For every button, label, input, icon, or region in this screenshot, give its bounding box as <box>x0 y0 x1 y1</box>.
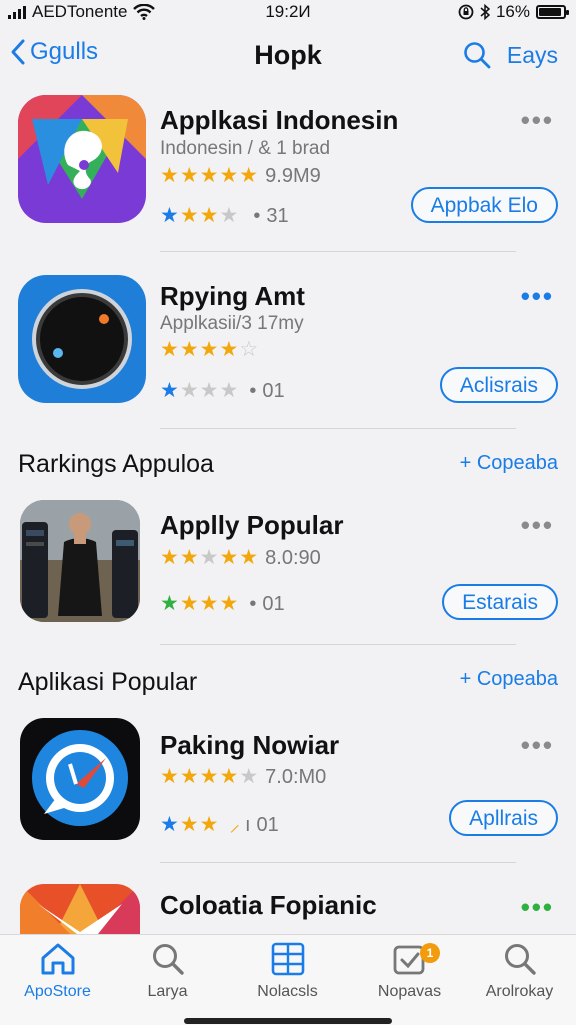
app-name-4: Paking Nowiar <box>160 730 340 760</box>
status-bar: AEDTonente 19:2И 16% <box>0 0 576 24</box>
app-photo-3 <box>20 500 140 622</box>
search-icon <box>152 944 184 975</box>
rating-stars-1: ★★★★★ 9.9M9 <box>160 164 321 187</box>
orientation-lock-icon <box>458 4 474 20</box>
app-action-button-1[interactable]: Appbak Elo <box>410 187 558 223</box>
app-icon-5 <box>20 884 140 934</box>
app-row-2[interactable]: Rpying Amt ••• Applkasii/3 17my ★★★★☆ ★★… <box>0 275 576 429</box>
battery-percent: 16% <box>495 2 530 21</box>
sub-rating-2: ★★★★ • 01 <box>160 379 285 402</box>
rating-stars-4: ★★★★★ 7.0:M0 <box>160 765 327 788</box>
app-action-button-2[interactable]: Aclisrais <box>439 367 558 403</box>
section-title-rankings: Rarkings Appuloa <box>18 450 214 478</box>
divider <box>160 862 516 863</box>
app-row-1[interactable]: Applkasi Indonesin ••• Indonesin / & 1 b… <box>0 95 576 255</box>
app-subtitle-2: Applkasii/3 17my <box>160 313 304 334</box>
section-title-popular: Aplikasi Popular <box>18 668 198 696</box>
app-icon-1 <box>18 95 146 223</box>
rating-stars-3: ★★★★★ 8.0:90 <box>160 546 321 569</box>
app-icon-2 <box>18 275 146 403</box>
more-icon[interactable]: ••• <box>521 512 554 538</box>
bluetooth-icon <box>480 4 490 20</box>
divider <box>160 644 516 645</box>
tab-bar: ApoStore Larya Nolacsls 1 Nopavas Arolro… <box>0 934 576 1025</box>
notification-badge: 1 <box>420 943 440 963</box>
tab-label: Nolacsls <box>257 983 318 1000</box>
status-right: 16% <box>458 2 569 22</box>
app-icon-3 <box>20 500 140 622</box>
app-name-2: Rpying Amt <box>160 281 305 311</box>
tab-appstore[interactable]: ApoStore <box>0 941 115 1001</box>
battery-icon <box>536 5 569 19</box>
sub-rating-value-1: 31 <box>266 205 289 227</box>
rating-value-3: 8.0:90 <box>265 547 321 569</box>
nav-right-button[interactable]: Eays <box>507 42 558 69</box>
search-icon[interactable] <box>462 40 492 70</box>
app-row-3[interactable]: Applly Popular ••• ★★★★★ 8.0:90 ★★★★ • 01 E… <box>0 500 576 648</box>
tab-label: Larya <box>147 983 188 1000</box>
rating-value-4: 7.0:M0 <box>265 766 327 788</box>
camera-icon <box>32 289 132 389</box>
more-icon[interactable]: ••• <box>521 894 554 920</box>
app-row-4[interactable]: Paking Nowiar ••• ★★★★★ 7.0:M0 ★★★ ⸝ ı 01 Ap… <box>0 718 576 866</box>
app-name-3: Applly Popular <box>160 510 344 540</box>
sub-rating-value-2: 01 <box>262 380 285 402</box>
divider <box>160 428 516 429</box>
app-action-button-3[interactable]: Estarais <box>442 584 558 620</box>
app-subtitle-1: Indonesin / & 1 brad <box>160 138 331 159</box>
search-icon <box>504 944 536 975</box>
tab-larya[interactable]: Larya <box>110 941 225 1001</box>
section-link-popular[interactable]: + Copeaba <box>460 668 558 691</box>
more-icon[interactable]: ••• <box>521 732 554 758</box>
home-icon <box>41 943 74 975</box>
more-icon[interactable]: ••• <box>521 283 554 309</box>
rating-stars-2: ★★★★☆ <box>160 338 260 361</box>
home-indicator[interactable] <box>184 1018 392 1024</box>
section-link-rankings[interactable]: + Copeaba <box>460 452 558 475</box>
grid-icon <box>271 942 304 976</box>
nav-bar: Ggulls Hopk Eays <box>0 30 576 82</box>
sub-rating-1: ★★★★ • 31 <box>160 204 289 227</box>
app-name-1: Applkasi Indonesin <box>160 105 399 135</box>
app-row-5[interactable]: Coloatia Fopianic ••• <box>0 882 576 934</box>
sub-rating-3: ★★★★ • 01 <box>160 592 285 615</box>
tab-label: Arolrokay <box>485 983 554 1000</box>
app-action-button-4[interactable]: Apllrais <box>449 800 558 836</box>
tab-label: Nopavas <box>377 983 442 1000</box>
app-logo-1 <box>18 95 146 223</box>
tab-arolrokay[interactable]: Arolrokay <box>462 941 576 1001</box>
tab-nopavas[interactable]: 1 Nopavas <box>352 941 467 1001</box>
tab-label: ApoStore <box>24 983 91 1000</box>
more-icon[interactable]: ••• <box>521 107 554 133</box>
app-logo-5 <box>20 884 140 934</box>
sub-rating-4: ★★★ ⸝ ı 01 <box>160 813 279 836</box>
sub-rating-value-4: 01 <box>256 814 279 836</box>
app-name-5: Coloatia Fopianic <box>160 890 377 920</box>
tab-nolacsls[interactable]: Nolacsls <box>230 941 345 1001</box>
rating-value-1: 9.9M9 <box>265 165 321 187</box>
divider <box>160 251 516 252</box>
sub-rating-value-3: 01 <box>262 593 285 615</box>
app-icon-4 <box>20 718 140 840</box>
compass-icon <box>32 730 128 826</box>
